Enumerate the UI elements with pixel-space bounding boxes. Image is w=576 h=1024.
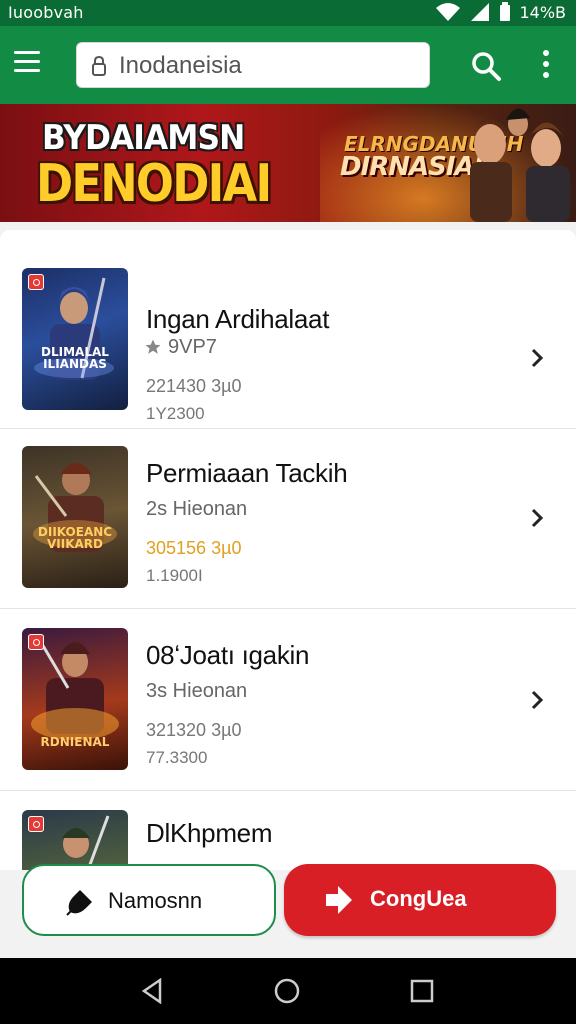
game-developer: 2s Hieonan [146, 498, 248, 520]
battery-icon [500, 2, 511, 21]
status-icons: 14%B [435, 2, 566, 22]
system-nav-bar [0, 958, 576, 1024]
chevron-right-icon [531, 508, 544, 528]
home-icon[interactable] [274, 978, 300, 1004]
signal-icon [471, 3, 490, 21]
game-downloads: 77.3300 [146, 748, 208, 767]
search-icon [472, 52, 501, 81]
list-item[interactable]: DIIKOEANC VIIKARD Permiaaan Tackih 2s Hi… [0, 428, 576, 609]
status-left-text: Iuoobvah [8, 3, 84, 22]
banner-title-line2: DENODIAI [36, 154, 272, 214]
star-icon [145, 339, 161, 354]
game-stats: 321320 3µ0 [146, 720, 242, 740]
chevron-right-icon [531, 348, 544, 368]
game-title: 08ʻJoatı ıgakin [146, 640, 310, 670]
promo-banner[interactable]: BYDAIAMSN DENODIAI ELRNGDANUBIH DIRNASIA… [0, 104, 576, 222]
wifi-icon [436, 3, 461, 21]
more-vert-icon [538, 50, 554, 78]
menu-button[interactable] [14, 51, 46, 79]
banner-heroes-art [470, 108, 570, 222]
search-button[interactable] [470, 50, 502, 87]
search-box[interactable] [76, 42, 430, 88]
game-title: DlKhpmem [146, 818, 273, 848]
banner-title-line1: BYDAIAMSN [42, 118, 245, 158]
game-stats: 221430 3µ0 [146, 376, 242, 396]
back-icon[interactable] [140, 978, 164, 1004]
game-downloads: 1Y2300 [146, 404, 205, 423]
more-options-button[interactable] [538, 50, 554, 82]
arrow-right-icon [326, 886, 352, 914]
app-badge-icon [28, 816, 44, 832]
game-rating: 9VP7 [168, 336, 217, 358]
chevron-right-icon [531, 690, 544, 710]
primary-action-label: CongUea [370, 886, 467, 911]
game-title: Permiaaan Tackih [146, 458, 348, 488]
pen-icon [66, 890, 92, 916]
lock-icon [92, 55, 106, 76]
status-bar: Iuoobvah 14%B [0, 0, 576, 26]
thumbnail-logo-text: DIIKOEANC VIIKARD [37, 525, 113, 551]
game-thumbnail [22, 810, 128, 870]
list-item[interactable]: DlKhpmem [0, 792, 576, 870]
menu-icon [14, 51, 46, 72]
secondary-action-label: Namosnn [108, 888, 203, 913]
thumbnail-logo-text: RDNIENAL [40, 735, 110, 749]
game-thumbnail: DLIMALAL ILIANDAS [22, 268, 128, 410]
game-stats: 305156 3µ0 [146, 538, 242, 558]
top-app-bar [0, 26, 576, 104]
thumbnail-logo-text: DLIMALAL ILIANDAS [41, 345, 109, 371]
game-downloads: 1.1900I [146, 566, 203, 585]
game-thumbnail: RDNIENAL [22, 628, 128, 770]
battery-percent: 14%B [519, 2, 566, 22]
secondary-action-button[interactable]: Namosnn [22, 864, 276, 936]
game-developer: 3s Hieonan [146, 680, 248, 702]
thumbnail-art [33, 463, 117, 552]
app-badge-icon [28, 274, 44, 290]
game-title: Ingan Ardihalaat [146, 304, 330, 334]
primary-action-button[interactable]: CongUea [284, 864, 556, 936]
search-input[interactable] [117, 51, 421, 81]
app-badge-icon [28, 634, 44, 650]
game-list: DLIMALAL ILIANDAS Ingan Ardihalaat 9VP7 … [0, 230, 576, 870]
list-item[interactable]: DLIMALAL ILIANDAS Ingan Ardihalaat 9VP7 … [0, 248, 576, 429]
game-thumbnail: DIIKOEANC VIIKARD [22, 446, 128, 588]
recents-icon[interactable] [410, 978, 434, 1004]
list-item[interactable]: RDNIENAL 08ʻJoatı ıgakin 3s Hieonan 3213… [0, 610, 576, 791]
